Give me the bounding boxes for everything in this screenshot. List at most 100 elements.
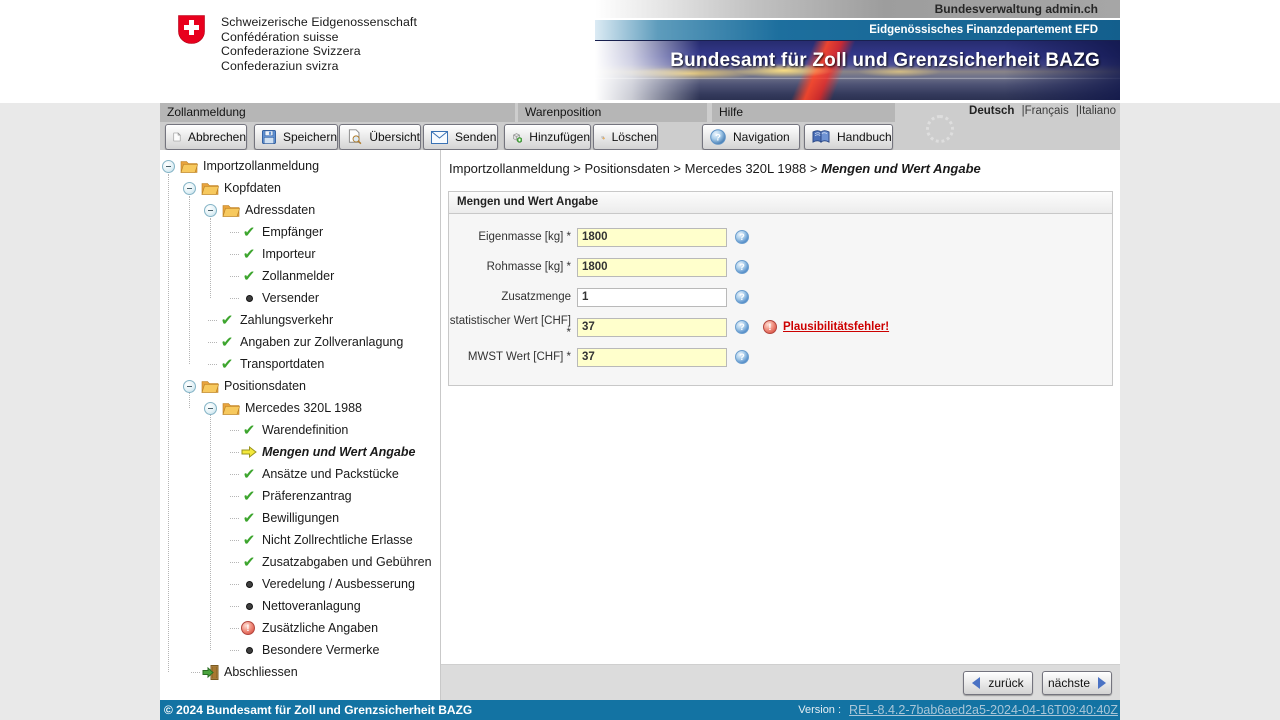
version-link[interactable]: REL-8.4.2-7bab6aed2a5-2024-04-16T09:40:4… [849,703,1118,717]
tree-item-versender[interactable]: Versender [160,287,440,309]
breadcrumb-separator: > [670,161,685,176]
tree-item-nicht-zollrechtliche-erlasse[interactable]: ✔ Nicht Zollrechtliche Erlasse [160,529,440,551]
tree-item-praeferenzantrag[interactable]: ✔ Präferenzantrag [160,485,440,507]
breadcrumb-segment: Positionsdaten [585,161,670,176]
speichern-button[interactable]: Speichern [254,124,338,150]
help-icon[interactable]: ? [735,230,749,244]
handbuch-button[interactable]: Handbuch [804,124,893,150]
check-icon: ✔ [241,224,257,240]
tree-connector [210,414,211,650]
navigation-button[interactable]: ? Navigation [702,124,800,150]
tree-item-mengen-und-wert-angabe[interactable]: Mengen und Wert Angabe [160,441,440,463]
main-content: Importzollanmeldung Kopfdaten Adressdate… [160,150,1120,700]
uebersicht-button[interactable]: Übersicht [339,124,421,150]
arrow-left-icon [972,677,980,689]
tree-item-besondere-vermerke[interactable]: Besondere Vermerke [160,639,440,661]
door-exit-icon [202,665,219,680]
collapse-minus-icon[interactable] [204,402,217,415]
tree-item-kopfdaten[interactable]: Kopfdaten [160,177,440,199]
collapse-minus-icon[interactable] [204,204,217,217]
tree-item-zusaetzliche-angaben[interactable]: ! Zusätzliche Angaben [160,617,440,639]
tree-item-adressdaten[interactable]: Adressdaten [160,199,440,221]
tree-item-label: Abschliessen [224,665,298,679]
collapse-minus-icon[interactable] [183,380,196,393]
language-deutsch[interactable]: Deutsch [969,105,1014,117]
field-label: statistischer Wert [CHF] * [449,315,571,339]
navigation-tree: Importzollanmeldung Kopfdaten Adressdate… [160,150,441,700]
tree-item-label: Veredelung / Ausbesserung [262,577,415,591]
swiss-shield-icon [178,15,205,44]
office-title: Bundesamt für Zoll und Grenzsicherheit B… [670,50,1100,72]
zurueck-button[interactable]: zurück [963,671,1033,695]
tree-stub [230,649,239,651]
field-label: Eigenmasse [kg] * [449,231,571,243]
tree-item-importzollanmeldung[interactable]: Importzollanmeldung [160,155,440,177]
form-row-zusatzmenge: Zusatzmenge ? [449,282,1112,312]
tree-item-importeur[interactable]: ✔ Importeur [160,243,440,265]
tree-item-zahlungsverkehr[interactable]: ✔ Zahlungsverkehr [160,309,440,331]
wizard-action-bar: zurück nächste [441,664,1120,700]
help-question-icon: ? [710,129,726,145]
tree-item-label: Präferenzantrag [262,489,352,503]
tree-stub [230,605,239,607]
help-icon[interactable]: ? [735,320,749,334]
tree-item-label: Nicht Zollrechtliche Erlasse [262,533,413,547]
tree-item-mercedes-320l-1988[interactable]: Mercedes 320L 1988 [160,397,440,419]
tree-item-label: Zollanmelder [262,269,334,283]
form-row-eigenmasse: Eigenmasse [kg] * ? [449,222,1112,252]
help-icon[interactable]: ? [735,350,749,364]
collapse-minus-icon[interactable] [162,160,175,173]
tree-stub [230,451,239,453]
breadcrumb-separator: > [806,161,821,176]
toolbar-group-hilfe: Hilfe [712,103,895,122]
collapse-minus-icon[interactable] [183,182,196,195]
tree-item-angaben-zur-zollveranlagung[interactable]: ✔ Angaben zur Zollveranlagung [160,331,440,353]
tree-item-empfaenger[interactable]: ✔ Empfänger [160,221,440,243]
tree-item-veredelung-ausbesserung[interactable]: Veredelung / Ausbesserung [160,573,440,595]
loeschen-label: Löschen [612,130,657,144]
language-italiano[interactable]: Italiano [1079,105,1116,117]
tree-item-warendefinition[interactable]: ✔ Warendefinition [160,419,440,441]
hinzufuegen-button[interactable]: Hinzufügen [504,124,591,150]
loeschen-button[interactable]: Löschen [593,124,658,150]
tree-item-ansaetze-und-packstuecke[interactable]: ✔ Ansätze und Packstücke [160,463,440,485]
arrow-right-icon [1098,677,1106,689]
senden-button[interactable]: Senden [423,124,498,150]
bullet-icon [241,647,257,654]
tree-item-label: Zahlungsverkehr [240,313,333,327]
tree-item-zollanmelder[interactable]: ✔ Zollanmelder [160,265,440,287]
mwst-wert-input[interactable] [577,348,727,367]
logo-line-fr: Confédération suisse [221,30,417,45]
tree-item-zusatzabgaben-und-gebuehren[interactable]: ✔ Zusatzabgaben und Gebühren [160,551,440,573]
zusatzmenge-input[interactable] [577,288,727,307]
banner-photo: Bundesamt für Zoll und Grenzsicherheit B… [595,40,1120,100]
abbrechen-button[interactable]: Abbrechen [165,124,247,150]
tree-item-abschliessen[interactable]: Abschliessen [160,661,440,683]
naechste-button[interactable]: nächste [1042,671,1112,695]
toolbar-group-zollanmeldung: Zollanmeldung [160,103,515,122]
plausibility-error-link[interactable]: Plausibilitätsfehler! [783,321,889,333]
current-arrow-icon [241,446,257,458]
naechste-label: nächste [1048,676,1090,690]
tree-item-label: Mercedes 320L 1988 [245,401,362,415]
add-package-icon [512,129,522,146]
rohmasse-input[interactable] [577,258,727,277]
tree-item-label: Ansätze und Packstücke [262,467,399,481]
language-francais[interactable]: Français [1025,105,1069,117]
help-icon[interactable]: ? [735,290,749,304]
check-icon: ✔ [241,554,257,570]
help-icon[interactable]: ? [735,260,749,274]
logo-line-de: Schweizerische Eidgenossenschaft [221,15,417,30]
tree-item-transportdaten[interactable]: ✔ Transportdaten [160,353,440,375]
header-banner: Bundesverwaltung admin.ch Eidgenössische… [595,0,1120,100]
tree-stub [230,429,239,431]
tree-item-nettoveranlagung[interactable]: Nettoveranlagung [160,595,440,617]
tree-stub [230,495,239,497]
tree-item-bewilligungen[interactable]: ✔ Bewilligungen [160,507,440,529]
form-row-statistischer-wert: statistischer Wert [CHF] * ? ! Plausibil… [449,312,1112,342]
eigenmasse-input[interactable] [577,228,727,247]
department-bar: Eidgenössisches Finanzdepartement EFD [595,20,1120,40]
tree-item-positionsdaten[interactable]: Positionsdaten [160,375,440,397]
statistischer-wert-input[interactable] [577,318,727,337]
tree-item-label: Warendefinition [262,423,348,437]
